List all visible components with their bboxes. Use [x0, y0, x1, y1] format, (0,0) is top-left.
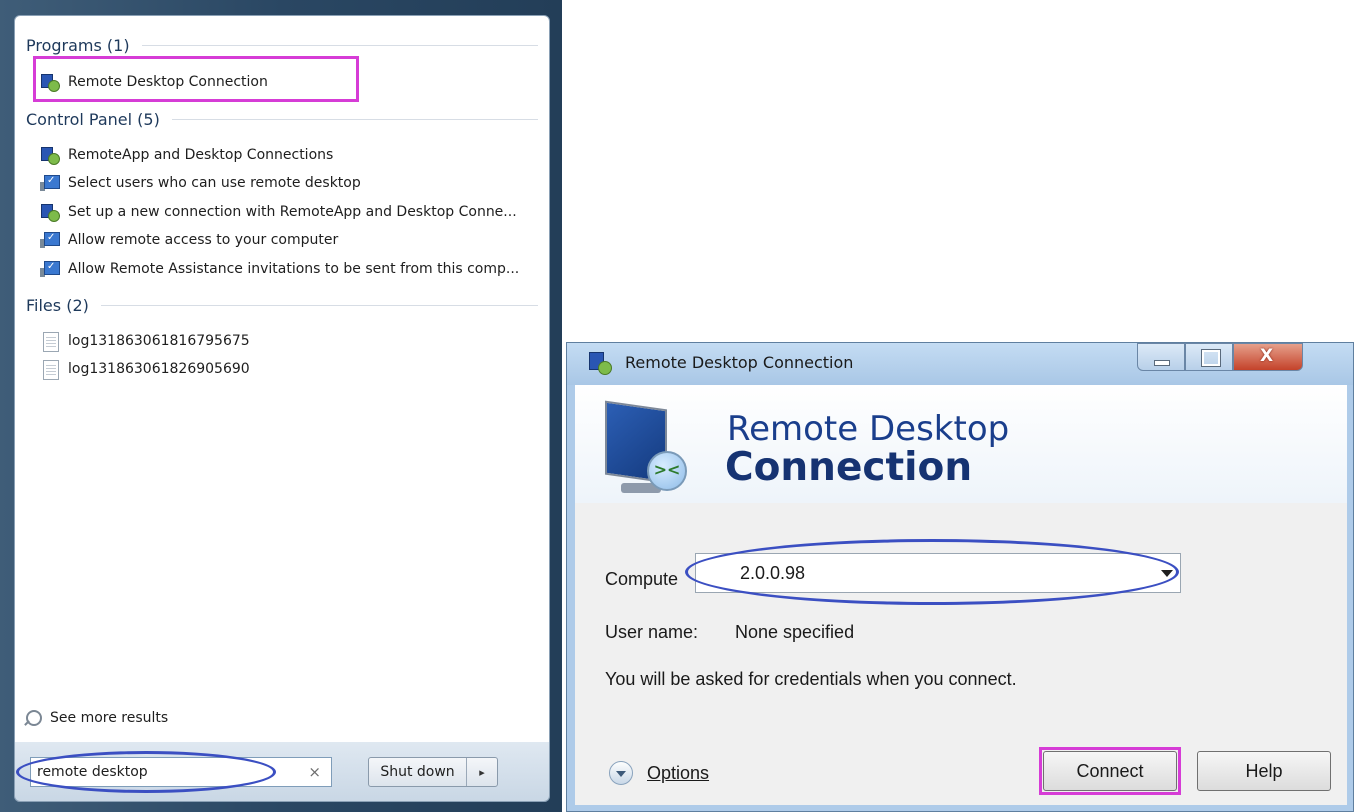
result-label: Select users who can use remote desktop [68, 175, 361, 191]
document-icon [40, 332, 60, 352]
result-file-log-2[interactable]: log131863061826905690 [40, 360, 250, 380]
result-label: log131863061816795675 [68, 333, 250, 349]
banner-title-line1: Remote Desktop [727, 409, 1010, 449]
window-title: Remote Desktop Connection [625, 353, 854, 372]
credentials-note: You will be asked for credentials when y… [605, 669, 1017, 689]
computer-label: Compute [605, 569, 679, 589]
programs-section-header: Programs (1) [26, 36, 538, 55]
result-allow-remote-assistance[interactable]: ✓ Allow Remote Assistance invitations to… [40, 260, 519, 278]
search-icon [26, 710, 42, 726]
shut-down-button[interactable]: Shut down ▸ [368, 757, 498, 787]
remote-desktop-icon [40, 203, 60, 222]
result-select-users[interactable]: ✓ Select users who can use remote deskto… [40, 174, 361, 192]
result-allow-remote-access[interactable]: ✓ Allow remote access to your computer [40, 231, 338, 249]
help-label: Help [1245, 760, 1283, 781]
result-label: RemoteApp and Desktop Connections [68, 147, 334, 163]
close-icon: X [1260, 346, 1274, 366]
section-divider [141, 45, 538, 46]
shutdown-options-arrow-icon[interactable]: ▸ [467, 758, 497, 786]
username-label: User name: [605, 622, 699, 642]
result-file-log-1[interactable]: log131863061816795675 [40, 332, 250, 352]
username-value: None specified [735, 622, 855, 642]
remote-desktop-logo-icon: >< [605, 400, 687, 497]
expand-options-icon [609, 761, 633, 785]
highlight-ellipse-computer [685, 539, 1179, 605]
help-button[interactable]: Help [1197, 751, 1331, 791]
section-divider [100, 305, 538, 306]
files-section-header: Files (2) [26, 296, 538, 315]
result-label: Set up a new connection with RemoteApp a… [68, 204, 517, 220]
options-toggle[interactable]: Options [609, 761, 709, 785]
minimize-button[interactable] [1137, 343, 1185, 371]
start-menu-results-panel [14, 15, 550, 802]
control-panel-header-label: Control Panel (5) [26, 110, 160, 129]
result-label: Allow Remote Assistance invitations to b… [68, 261, 520, 277]
remote-desktop-icon [40, 146, 60, 165]
rdc-banner: >< Remote Desktop Connection [575, 385, 1347, 504]
files-header-label: Files (2) [26, 296, 89, 315]
remote-desktop-icon [587, 351, 613, 375]
rdc-body: Compute 2.0.0.98 User name: None specifi… [575, 503, 1347, 805]
result-remoteapp-connections[interactable]: RemoteApp and Desktop Connections [40, 146, 334, 165]
control-panel-icon: ✓ [40, 231, 60, 249]
control-panel-icon: ✓ [40, 174, 60, 192]
result-setup-remoteapp[interactable]: Set up a new connection with RemoteApp a… [40, 203, 517, 222]
options-label: Options [647, 762, 710, 783]
document-icon [40, 360, 60, 380]
section-divider [171, 119, 538, 120]
maximize-button[interactable] [1185, 343, 1233, 371]
shut-down-label: Shut down [369, 758, 467, 786]
banner-title-line2: Connection [725, 445, 973, 490]
programs-header-label: Programs (1) [26, 36, 130, 55]
result-label: log131863061826905690 [68, 361, 250, 377]
control-panel-section-header: Control Panel (5) [26, 110, 538, 129]
result-label: Allow remote access to your computer [68, 232, 339, 248]
see-more-label: See more results [50, 710, 169, 726]
title-bar[interactable]: Remote Desktop Connection X [567, 343, 1353, 385]
clear-search-icon[interactable]: × [308, 763, 321, 781]
highlight-ellipse-search [16, 751, 276, 793]
highlight-box-connect [1039, 747, 1181, 795]
highlight-box-program [33, 56, 359, 102]
control-panel-icon: ✓ [40, 260, 60, 278]
close-button[interactable]: X [1233, 343, 1303, 371]
rdc-window: Remote Desktop Connection X >< Remote De… [566, 342, 1354, 812]
see-more-results-link[interactable]: See more results [26, 710, 168, 726]
